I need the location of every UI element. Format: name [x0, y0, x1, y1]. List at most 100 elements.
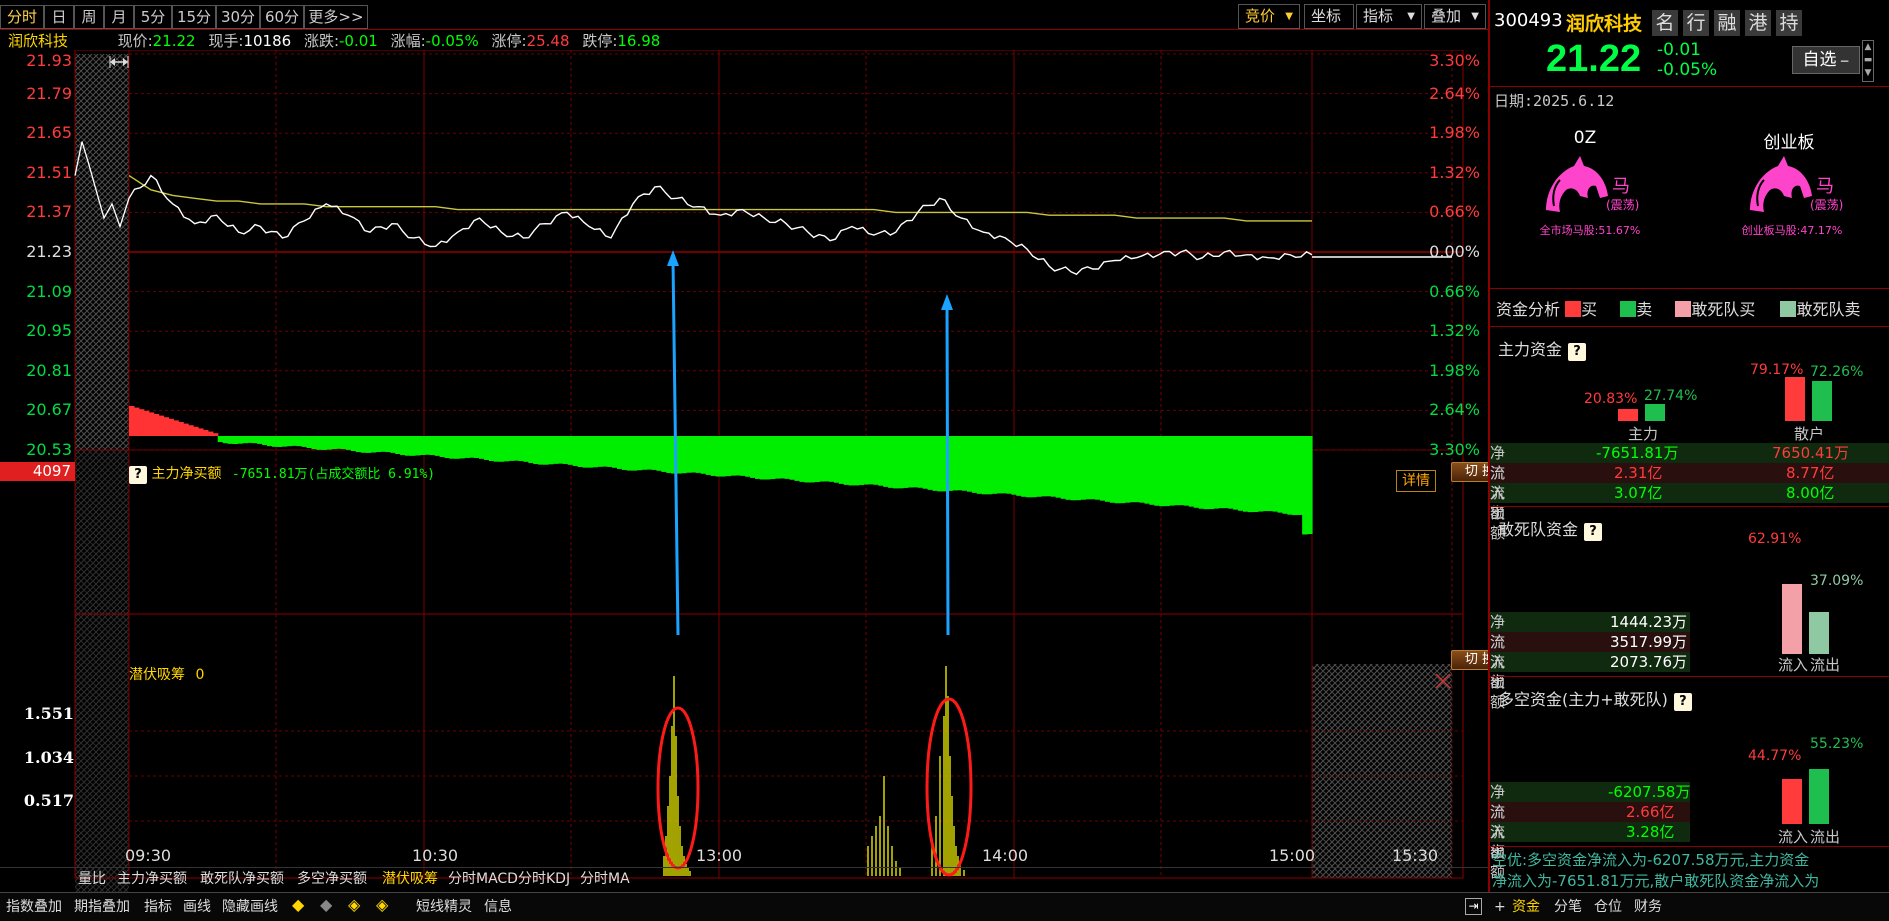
flow-bar-neg — [1257, 436, 1264, 512]
ind-tab-kdj[interactable]: 分时KDJ — [518, 870, 570, 888]
scroll-arrows-icon[interactable]: ▲ ▬ ▼ — [1862, 40, 1874, 82]
diamond-icon[interactable]: ◆ — [292, 896, 304, 914]
industry-button[interactable]: 行 — [1683, 10, 1709, 36]
bottom-hide-lines[interactable]: 隐藏画线 — [222, 898, 278, 916]
diamond-outline-icon-2[interactable]: ◈ — [376, 896, 388, 914]
help-icon[interactable]: ? — [1673, 693, 1692, 711]
name-button[interactable]: 名 — [1652, 10, 1678, 36]
flow-bar-neg — [355, 436, 362, 453]
tab-more[interactable]: 更多>> — [304, 5, 368, 29]
bottom-short-line-spirit[interactable]: 短线精灵 — [416, 898, 472, 916]
bottom-tab-funds[interactable]: 资金 — [1512, 898, 1540, 916]
flow-bar-neg — [957, 436, 963, 491]
help-icon[interactable]: ? — [1568, 343, 1587, 361]
flow-bar-neg — [1178, 436, 1185, 506]
diamond-gray-icon[interactable]: ◆ — [320, 896, 332, 914]
help-icon[interactable]: ? — [1584, 523, 1603, 541]
bottom-indicator[interactable]: 指标 — [144, 898, 172, 916]
indicator-tabbar: 量比 主力净买额 敢死队净买额 多空净买额 潜伏吸筹 分时MACD 分时KDJ … — [0, 867, 1488, 889]
help-icon[interactable]: ? — [129, 466, 147, 484]
tab-60min[interactable]: 60分 — [260, 5, 304, 29]
bottom-tab-finance[interactable]: 财务 — [1634, 898, 1662, 916]
flow-bar-neg — [217, 436, 224, 443]
coordinate-button[interactable]: 坐标 — [1304, 4, 1354, 29]
enter-icon[interactable]: ⇥ — [1465, 898, 1482, 915]
ind-tab-macd[interactable]: 分时MACD — [448, 870, 518, 888]
margin-button[interactable]: 融 — [1714, 10, 1740, 36]
ind-tab-absorb[interactable]: 潜伏吸筹 — [382, 870, 438, 888]
flow-bar-neg — [720, 436, 727, 477]
flow-bar-neg — [464, 436, 470, 458]
dare-funds-title: 敢死队资金 — [1498, 520, 1579, 539]
flow-bar-neg — [597, 436, 603, 467]
preopen-hatch — [75, 54, 129, 450]
flow-bar-neg — [755, 436, 761, 479]
flow-bar-neg — [1026, 436, 1032, 498]
flow-left-value: 4097 — [0, 462, 75, 481]
horse-caption-1: 全市场马股:51.67% — [1539, 224, 1641, 237]
flow-bar-neg — [1119, 436, 1126, 504]
ind-tab-ma[interactable]: 分时MA — [580, 870, 630, 888]
hand-value: 10186 — [243, 32, 292, 50]
price-tick: 21.51 — [26, 162, 72, 182]
bottom-index-overlay[interactable]: 指数叠加 — [6, 898, 62, 916]
overlay-dropdown[interactable]: 叠加 ▼ — [1424, 4, 1486, 29]
tab-week[interactable]: 周 — [74, 5, 104, 29]
tab-day[interactable]: 日 — [44, 5, 74, 29]
watchlist-label: 自选 — [1802, 50, 1837, 70]
flow-bar-neg — [459, 436, 465, 459]
ls-out-bar — [1809, 769, 1829, 824]
flow-bar-neg — [1262, 436, 1269, 512]
ind-tab-long-short[interactable]: 多空净买额 — [297, 870, 367, 888]
flow-bar-neg — [405, 436, 411, 456]
horse-state-1: (震荡) — [1606, 198, 1640, 212]
flow-bar-neg — [1233, 436, 1239, 510]
flow-bar-neg — [1040, 436, 1047, 497]
legend-dare-sell: 敢死队卖 — [1796, 300, 1861, 319]
flow-bar-neg — [513, 436, 520, 461]
tab-intraday[interactable]: 分时 — [0, 5, 44, 29]
flow-bar-neg — [971, 436, 978, 493]
indicator-dropdown[interactable]: 指标 ▼ — [1356, 4, 1422, 29]
diamond-outline-icon[interactable]: ◈ — [348, 896, 360, 914]
flow-bar-neg — [1021, 436, 1027, 497]
limit-up-value: 25.48 — [526, 32, 570, 50]
bottom-draw-line[interactable]: 画线 — [183, 898, 211, 916]
watchlist-button[interactable]: 自选 − — [1792, 46, 1860, 74]
ind-tab-volume-ratio[interactable]: 量比 — [78, 870, 106, 888]
tab-15min[interactable]: 15分 — [172, 5, 216, 29]
stock-name-header: 润欣科技 — [1566, 13, 1643, 35]
bottom-tab-ticks[interactable]: 分笔 — [1554, 898, 1582, 916]
flow-bar-neg — [1124, 436, 1131, 503]
pct-tick: 3.30% — [1429, 440, 1480, 459]
flow-bar-pos — [188, 425, 194, 436]
flow-bar-neg — [252, 436, 258, 444]
flow-bar-neg — [616, 436, 623, 469]
flow-bar-neg — [276, 436, 283, 447]
dare-cat-in: 流入 — [1778, 656, 1809, 674]
tab-month[interactable]: 月 — [104, 5, 134, 29]
bottom-plus[interactable]: + — [1494, 898, 1506, 916]
ind-tab-dare-net[interactable]: 敢死队净买额 — [200, 870, 284, 888]
flow-bar-neg — [927, 436, 934, 490]
tab-5min[interactable]: 5分 — [134, 5, 172, 29]
ind-tab-main-net[interactable]: 主力净买额 — [117, 870, 187, 888]
flow-bar-neg — [804, 436, 810, 483]
flow-bar-neg — [1297, 436, 1303, 515]
flow-bar-neg — [508, 436, 515, 461]
flow-bar-neg — [1213, 436, 1219, 509]
detail-button[interactable]: 详情 — [1396, 470, 1436, 492]
hk-button[interactable]: 港 — [1745, 10, 1771, 36]
flow-bar-pos — [183, 423, 189, 436]
auction-dropdown[interactable]: 竞价 ▼ — [1238, 4, 1300, 29]
flow-bar-neg — [996, 436, 1003, 494]
retail-in-bar — [1785, 377, 1805, 421]
flow-bar-neg — [740, 436, 746, 476]
tab-30min[interactable]: 30分 — [216, 5, 260, 29]
bottom-info[interactable]: 信息 — [484, 898, 512, 916]
hold-button[interactable]: 持 — [1776, 10, 1802, 36]
bottom-futures-overlay[interactable]: 期指叠加 — [74, 898, 130, 916]
flow-title-bar: ? 主力净买额 -7651.81万(占成交额比 6.91%) — [129, 463, 435, 484]
horse-title-1: 0Z — [1573, 128, 1597, 148]
bottom-tab-position[interactable]: 仓位 — [1594, 898, 1622, 916]
